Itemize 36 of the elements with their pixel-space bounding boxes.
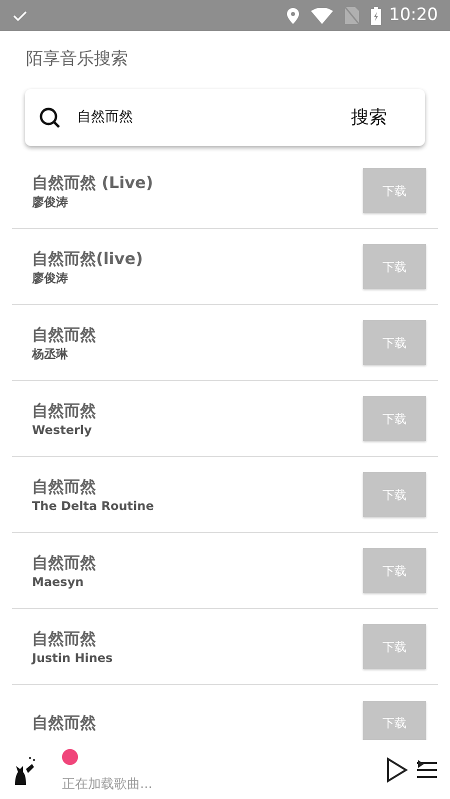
wifi-icon	[311, 8, 333, 24]
song-title: 自然而然	[32, 552, 97, 574]
download-button[interactable]: 下载	[363, 472, 426, 517]
download-button[interactable]: 下载	[363, 168, 426, 213]
song-title: 自然而然	[32, 628, 97, 650]
play-icon[interactable]	[386, 756, 408, 782]
download-button[interactable]: 下载	[363, 244, 426, 289]
download-button[interactable]: 下载	[363, 700, 426, 740]
song-title: 自然而然	[32, 400, 97, 422]
search-button[interactable]: 搜索	[343, 104, 395, 131]
app-title: 陌享音乐搜索	[26, 48, 128, 72]
cat-icon	[12, 754, 38, 784]
playlist-icon[interactable]	[416, 758, 438, 780]
search-icon	[39, 106, 61, 128]
status-time: 10:20	[389, 4, 438, 27]
download-button[interactable]: 下载	[363, 396, 426, 441]
search-field[interactable]: 自然而然	[77, 107, 343, 128]
song-artist: 廖俊涛	[32, 194, 69, 210]
song-title: 自然而然 (Live)	[32, 172, 154, 194]
song-title: 自然而然	[32, 324, 97, 346]
song-artist: Maesyn	[32, 574, 85, 590]
download-button[interactable]: 下载	[363, 320, 426, 365]
location-icon	[287, 8, 299, 24]
no-sim-icon	[345, 7, 359, 24]
download-button[interactable]: 下载	[363, 624, 426, 669]
song-artist: Westerly	[32, 422, 93, 438]
loading-text: 正在加载歌曲...	[62, 776, 152, 794]
song-title: 自然而然(live)	[32, 248, 144, 270]
song-artist: 杨丞琳	[32, 346, 69, 362]
battery-icon	[371, 6, 381, 24]
song-title: 自然而然	[32, 712, 97, 734]
song-title: 自然而然	[32, 476, 97, 498]
song-artist: Justin Hines	[32, 650, 114, 666]
song-artist: 廖俊涛	[32, 270, 69, 286]
song-artist: The Delta Routine	[32, 498, 155, 514]
download-button[interactable]: 下载	[363, 548, 426, 593]
